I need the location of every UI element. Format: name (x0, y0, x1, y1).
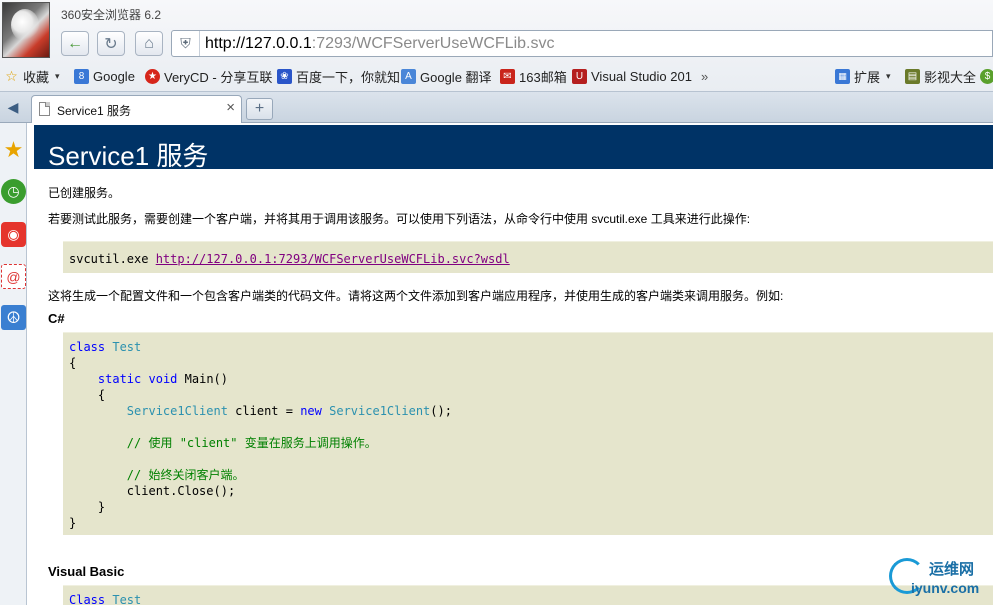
home-icon: ⌂ (144, 34, 154, 52)
app-icon: $ (980, 68, 993, 84)
new-tab-button[interactable]: + (246, 98, 273, 120)
page-content: Service1 服务 已创建服务。 若要测试此服务，需要创建一个客户端，并将其… (34, 123, 993, 605)
chevron-down-icon: ▾ (55, 70, 60, 81)
refresh-button[interactable]: ↻ (97, 31, 125, 56)
video-icon: ▤ (905, 68, 920, 84)
google-icon: 8 (74, 68, 89, 84)
csharp-heading: C# (48, 311, 65, 326)
bookmark-verycd[interactable]: ★ VeryCD - 分享互联 (145, 67, 272, 85)
mail163-icon: ✉ (500, 68, 515, 84)
bookmark-google-translate[interactable]: A Google 翻译 (401, 67, 492, 85)
instructions-text: 若要测试此服务，需要创建一个客户端，并将其用于调用该服务。可以使用下列语法，从命… (48, 212, 751, 226)
sidebar-favorites-star-icon[interactable]: ★ (1, 137, 26, 162)
page-icon (39, 102, 50, 116)
verycd-icon: ★ (145, 68, 160, 84)
tab-service1[interactable]: Service1 服务 × (31, 95, 242, 123)
bookmark-google[interactable]: 8 Google (74, 67, 135, 85)
bookmark-visual-studio[interactable]: U Visual Studio 201 (572, 67, 692, 85)
extensions-button[interactable]: ▦ 扩展 ▾ (835, 67, 891, 85)
tab-bar: ◀ Service1 服务 × + (0, 92, 993, 123)
double-chevron-right-icon: » (701, 68, 709, 84)
vs-icon: U (572, 68, 587, 84)
bookmark-favorites[interactable]: ☆ 收藏 ▾ (4, 67, 60, 85)
bookmarks-bar: ☆ 收藏 ▾ 8 Google ★ VeryCD - 分享互联 ❀ 百度一下，你… (0, 63, 993, 89)
service-created-text: 已创建服务。 (48, 186, 121, 200)
refresh-icon: ↻ (104, 35, 118, 53)
page-header: Service1 服务 (34, 125, 993, 171)
sidebar-history-clock-icon[interactable]: ◷ (1, 179, 26, 204)
svcutil-code-block: svcutil.exe http://127.0.0.1:7293/WCFSer… (63, 241, 993, 273)
bookmark-video[interactable]: ▤ 影视大全 (905, 67, 976, 85)
browser-logo (2, 2, 50, 58)
site-watermark: 运维网 iyunv.com (887, 556, 989, 600)
collapse-left-icon: ◀ (7, 99, 19, 115)
csharp-code: class Test { static void Main() { Servic… (69, 340, 452, 530)
vb-code: Class Test (69, 593, 142, 605)
security-shield-icon[interactable]: ⛨ (172, 31, 200, 56)
vb-code-block: Class Test (63, 585, 993, 605)
chevron-down-icon: ▾ (886, 70, 891, 81)
plus-icon: + (254, 100, 265, 117)
close-tab-icon[interactable]: × (226, 99, 235, 116)
sidebar: ★ ◷ ◉ @ ☮ (0, 123, 27, 605)
back-arrow-icon: ← (67, 34, 83, 52)
bookmark-overflow[interactable]: $ (980, 67, 993, 85)
svcutil-command: svcutil.exe http://127.0.0.1:7293/WCFSer… (69, 252, 510, 266)
bookmark-163-mail[interactable]: ✉ 163邮箱 (500, 67, 567, 85)
bookmark-baidu[interactable]: ❀ 百度一下，你就知 (277, 67, 400, 85)
baidu-icon: ❀ (277, 68, 292, 84)
more-bookmarks-button[interactable]: » (701, 67, 708, 85)
csharp-code-block: class Test { static void Main() { Servic… (63, 332, 993, 535)
sidebar-toggle-button[interactable]: ◀ (0, 92, 26, 123)
sidebar-app-icon[interactable]: ☮ (1, 305, 26, 330)
star-icon: ☆ (5, 67, 18, 84)
sidebar-weibo-icon[interactable]: ◉ (1, 222, 26, 247)
browser-chrome: 360安全浏览器 6.2 ← ↻ ⌂ ⛨ http://127.0.0.1:72… (0, 0, 993, 92)
vb-heading: Visual Basic (48, 564, 125, 579)
app-title: 360安全浏览器 6.2 (61, 8, 162, 22)
address-bar[interactable]: ⛨ http://127.0.0.1:7293/WCFServerUseWCFL… (171, 30, 993, 57)
generate-note-text: 这将生成一个配置文件和一个包含客户端类的代码文件。请将这两个文件添加到客户端应用… (48, 289, 784, 303)
back-button[interactable]: ← (61, 31, 89, 56)
extensions-icon: ▦ (835, 68, 850, 84)
home-button[interactable]: ⌂ (135, 31, 163, 56)
sidebar-mail-icon[interactable]: @ (1, 264, 26, 289)
page-title: Service1 服务 (48, 141, 209, 171)
address-url[interactable]: http://127.0.0.1:7293/WCFServerUseWCFLib… (205, 35, 554, 53)
wsdl-link[interactable]: http://127.0.0.1:7293/WCFServerUseWCFLib… (156, 252, 510, 266)
translate-icon: A (401, 68, 416, 84)
tab-label: Service1 服务 (57, 104, 132, 118)
